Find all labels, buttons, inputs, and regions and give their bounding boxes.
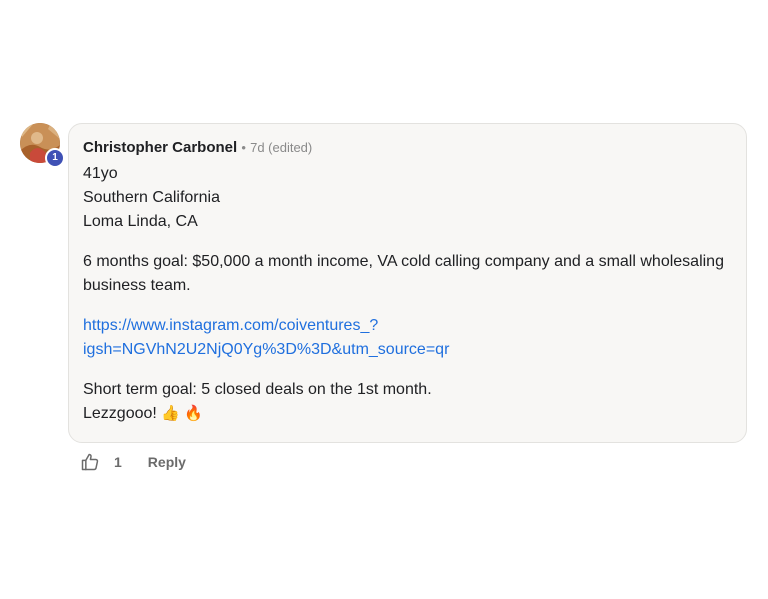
comment-bubble: Christopher Carbonel • 7d (edited) 41yo … (68, 123, 747, 443)
closing-emojis: 👍 🔥 (161, 405, 203, 422)
closing-text: Lezzgooo! (83, 405, 157, 422)
intro-line: 41yo (83, 165, 118, 182)
instagram-link-continued[interactable]: igsh=NGVhN2U2NjQ0Yg%3D%3D&utm_source=qr (83, 338, 732, 362)
intro-paragraph: 41yo Southern California Loma Linda, CA (83, 162, 732, 234)
short-term-paragraph: Short term goal: 5 closed deals on the 1… (83, 378, 732, 426)
thumbs-up-icon[interactable] (80, 452, 100, 472)
intro-line: Southern California (83, 189, 220, 206)
author-name[interactable]: Christopher Carbonel (83, 139, 237, 156)
level-badge: 1 (45, 148, 65, 168)
closing-line: Lezzgooo! 👍 🔥 (83, 402, 732, 426)
meta-separator: • (241, 140, 246, 155)
reply-button[interactable]: Reply (148, 454, 186, 470)
like-count: 1 (114, 454, 122, 470)
comment-actions: 1 Reply (80, 450, 186, 474)
intro-line: Loma Linda, CA (83, 213, 198, 230)
timestamp: 7d (edited) (250, 140, 313, 155)
avatar-container[interactable]: 1 (20, 123, 65, 168)
link-paragraph: https://www.instagram.com/coiventures_? … (83, 314, 732, 362)
goal-paragraph: 6 months goal: $50,000 a month income, V… (83, 253, 724, 294)
comment-header: Christopher Carbonel • 7d (edited) (83, 138, 732, 158)
comment-body: 41yo Southern California Loma Linda, CA … (83, 162, 732, 426)
short-term-line: Short term goal: 5 closed deals on the 1… (83, 381, 432, 398)
instagram-link[interactable]: https://www.instagram.com/coiventures_? (83, 314, 732, 338)
